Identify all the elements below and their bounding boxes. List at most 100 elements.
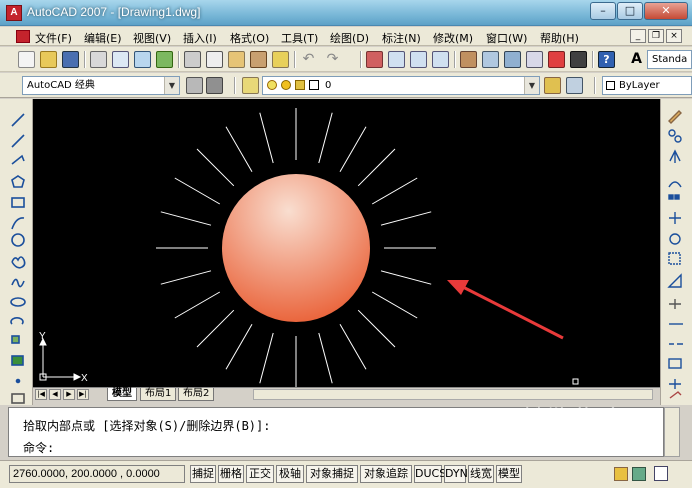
drawing-canvas[interactable]: Y X — [33, 99, 660, 387]
sun-ray-line[interactable] — [339, 126, 367, 173]
sun-ray-line[interactable] — [357, 309, 396, 348]
properties-icon[interactable] — [460, 51, 477, 68]
save-icon[interactable] — [62, 51, 79, 68]
menu-tools[interactable]: 工具(T) — [281, 30, 318, 46]
lightbulb-icon[interactable] — [267, 80, 277, 90]
sun-ray-line[interactable] — [371, 177, 418, 205]
sun-ray-line[interactable] — [174, 177, 221, 205]
block-editor-icon[interactable] — [272, 51, 289, 68]
status-ortho-button[interactable]: 正交 — [246, 465, 274, 483]
status-ducs-button[interactable]: DUCS — [414, 465, 446, 483]
close-icon[interactable]: ✕ — [644, 2, 688, 20]
workspace-settings-icon[interactable] — [186, 77, 203, 94]
sun-ray-line[interactable] — [380, 211, 432, 226]
menu-view[interactable]: 视图(V) — [133, 30, 171, 46]
preview-icon[interactable] — [112, 51, 129, 68]
mdi-minimize-button[interactable]: _ — [630, 29, 646, 43]
open-icon[interactable] — [40, 51, 57, 68]
undo-icon[interactable]: ↶ — [300, 51, 317, 68]
status-otrack-button[interactable]: 对象追踪 — [360, 465, 412, 483]
menu-insert[interactable]: 插入(I) — [183, 30, 217, 46]
status-polar-button[interactable]: 极轴 — [276, 465, 304, 483]
paste-icon[interactable] — [228, 51, 245, 68]
menu-help[interactable]: 帮助(H) — [540, 30, 579, 46]
lock-icon[interactable] — [614, 467, 628, 481]
new-icon[interactable] — [18, 51, 35, 68]
tab-layout1[interactable]: 布局1 — [140, 388, 177, 401]
menu-draw[interactable]: 绘图(D) — [330, 30, 369, 46]
linetype-combo[interactable]: ByLayer — [602, 76, 692, 95]
text-style-icon[interactable]: A — [628, 51, 645, 68]
status-model-button[interactable]: 模型 — [496, 465, 522, 483]
layer-manager-icon[interactable] — [242, 77, 259, 94]
help-icon[interactable]: ? — [598, 51, 615, 68]
command-scrollbar[interactable] — [664, 407, 680, 457]
menu-file[interactable]: 文件(F) — [35, 30, 72, 46]
pan-icon[interactable] — [366, 51, 383, 68]
document-icon[interactable] — [16, 30, 30, 43]
sun-circle[interactable] — [222, 174, 370, 322]
tab-model[interactable]: 模型 — [107, 388, 137, 401]
sun-ray-line[interactable] — [196, 309, 235, 348]
redo-icon[interactable]: ↷ — [324, 51, 341, 68]
horizontal-scrollbar[interactable] — [253, 389, 653, 400]
markup-icon[interactable] — [548, 51, 565, 68]
minimize-icon[interactable]: – — [590, 2, 616, 20]
zoom-realtime-icon[interactable] — [388, 51, 405, 68]
sun-ray-line[interactable] — [357, 148, 396, 187]
command-prompt[interactable]: 命令: — [23, 439, 54, 456]
next-tab-button[interactable]: ▶ — [63, 389, 75, 400]
sun-ray-line[interactable] — [196, 148, 235, 187]
last-tab-button[interactable]: ▶| — [77, 389, 89, 400]
tab-layout2[interactable]: 布局2 — [178, 388, 215, 401]
autocad-logo-icon[interactable]: A — [6, 5, 22, 21]
status-dyn-button[interactable]: DYN — [444, 465, 468, 483]
layer-combo[interactable]: 0 ▼ — [262, 76, 540, 95]
workspace-combo[interactable]: AutoCAD 经典 ▼ — [22, 76, 180, 95]
lock-icon[interactable] — [295, 80, 305, 90]
zoom-previous-icon[interactable] — [432, 51, 449, 68]
save-workspace-icon[interactable] — [206, 77, 223, 94]
menu-edit[interactable]: 编辑(E) — [84, 30, 122, 46]
sun-ray-line[interactable] — [225, 323, 253, 370]
first-tab-button[interactable]: |◀ — [35, 389, 47, 400]
clean-screen-icon[interactable] — [654, 466, 668, 481]
mdi-restore-button[interactable]: ❐ — [648, 29, 664, 43]
sheet-set-icon[interactable] — [526, 51, 543, 68]
sun-ray-line[interactable] — [318, 112, 333, 164]
menu-modify[interactable]: 修改(M) — [433, 30, 473, 46]
sun-ray-line[interactable] — [371, 291, 418, 319]
menu-format[interactable]: 格式(O) — [230, 30, 269, 46]
tool-palettes-icon[interactable] — [504, 51, 521, 68]
sun-ray-line[interactable] — [259, 112, 274, 164]
sun-ray-line[interactable] — [339, 323, 367, 370]
prev-tab-button[interactable]: ◀ — [49, 389, 61, 400]
menu-dimension[interactable]: 标注(N) — [382, 30, 421, 46]
3d-dwf-icon[interactable] — [156, 51, 173, 68]
copy-icon[interactable] — [206, 51, 223, 68]
sun-ray-line[interactable] — [318, 332, 333, 384]
cut-icon[interactable] — [184, 51, 201, 68]
match-properties-icon[interactable] — [250, 51, 267, 68]
sun-ray-line[interactable] — [259, 332, 274, 384]
calculator-icon[interactable] — [570, 51, 587, 68]
design-center-icon[interactable] — [482, 51, 499, 68]
status-osnap-button[interactable]: 对象捕捉 — [306, 465, 358, 483]
status-lineweight-button[interactable]: 线宽 — [468, 465, 494, 483]
sun-ray-line[interactable] — [174, 291, 221, 319]
chevron-down-icon[interactable]: ▼ — [524, 77, 539, 94]
status-grid-button[interactable]: 栅格 — [218, 465, 244, 483]
sun-ray-line[interactable] — [225, 126, 253, 173]
maximize-icon[interactable]: □ — [617, 2, 643, 20]
communication-center-icon[interactable] — [632, 467, 646, 481]
mdi-close-button[interactable]: × — [666, 29, 682, 43]
sun-ray-line[interactable] — [380, 270, 432, 285]
chevron-down-icon[interactable]: ▼ — [164, 77, 179, 94]
status-snap-button[interactable]: 捕捉 — [190, 465, 216, 483]
publish-icon[interactable] — [134, 51, 151, 68]
print-icon[interactable] — [90, 51, 107, 68]
menu-window[interactable]: 窗口(W) — [486, 30, 527, 46]
zoom-window-icon[interactable] — [410, 51, 427, 68]
make-current-layer-icon[interactable] — [544, 77, 561, 94]
layer-previous-icon[interactable] — [566, 77, 583, 94]
